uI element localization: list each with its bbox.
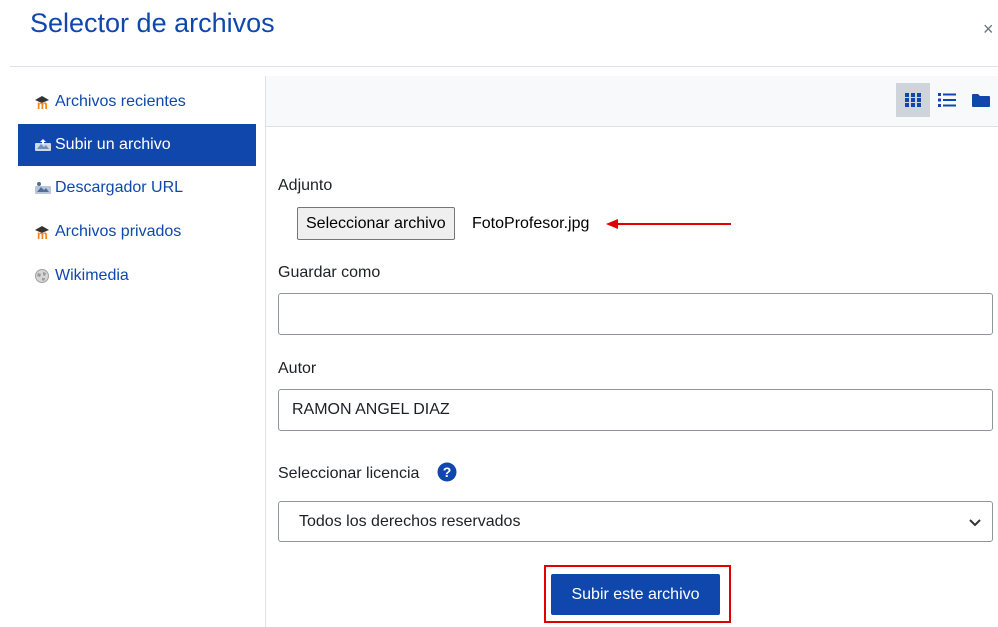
author-label: Autor xyxy=(278,360,317,377)
svg-text:m: m xyxy=(37,98,48,109)
sidebar-item-label: Archivos recientes xyxy=(55,93,186,110)
chevron-down-icon xyxy=(969,519,981,527)
file-picker-toolbar xyxy=(266,76,998,127)
attachment-label: Adjunto xyxy=(278,177,333,194)
upload-file-button[interactable]: Subir este archivo xyxy=(551,574,720,615)
folder-view-icon[interactable] xyxy=(964,83,998,117)
sidebar-item-upload-file[interactable]: Subir un archivo xyxy=(18,124,256,166)
sidebar-item-label: Subir un archivo xyxy=(55,136,171,153)
url-download-icon xyxy=(34,180,54,196)
save-as-label: Guardar como xyxy=(278,264,381,281)
license-select-value: Todos los derechos reservados xyxy=(299,512,521,530)
sidebar-item-private-files[interactable]: m Archivos privados xyxy=(18,210,256,254)
author-input[interactable] xyxy=(278,389,993,431)
sidebar-item-wikimedia[interactable]: Wikimedia xyxy=(18,254,256,298)
view-switcher xyxy=(896,83,998,117)
help-icon[interactable]: ? xyxy=(437,462,457,482)
license-select[interactable]: Todos los derechos reservados xyxy=(278,501,993,542)
save-as-input[interactable] xyxy=(278,293,993,335)
moodle-icon: m xyxy=(34,94,54,110)
license-label: Seleccionar licencia xyxy=(278,465,420,482)
grid-view-icon[interactable] xyxy=(896,83,930,117)
sidebar-item-label: Wikimedia xyxy=(55,267,129,284)
moodle-icon: m xyxy=(34,224,54,240)
dialog-title: Selector de archivos xyxy=(30,8,275,38)
svg-text:?: ? xyxy=(443,464,452,480)
sidebar-item-label: Archivos privados xyxy=(55,223,182,240)
choose-file-button[interactable]: Seleccionar archivo xyxy=(297,207,455,240)
wikimedia-icon xyxy=(34,268,54,284)
repository-sidebar: m Archivos recientes Subir un archivo De… xyxy=(18,80,256,298)
annotation-arrow xyxy=(606,219,731,229)
sidebar-item-url-downloader[interactable]: Descargador URL xyxy=(18,166,256,210)
list-view-icon[interactable] xyxy=(930,83,964,117)
upload-icon xyxy=(34,137,54,153)
sidebar-item-label: Descargador URL xyxy=(55,179,184,196)
svg-text:m: m xyxy=(37,228,48,239)
chosen-file-name: FotoProfesor.jpg xyxy=(472,215,590,232)
close-icon[interactable]: × xyxy=(983,20,994,38)
panel-divider xyxy=(265,76,266,627)
header-divider xyxy=(10,66,998,67)
sidebar-item-recent-files[interactable]: m Archivos recientes xyxy=(18,80,256,124)
